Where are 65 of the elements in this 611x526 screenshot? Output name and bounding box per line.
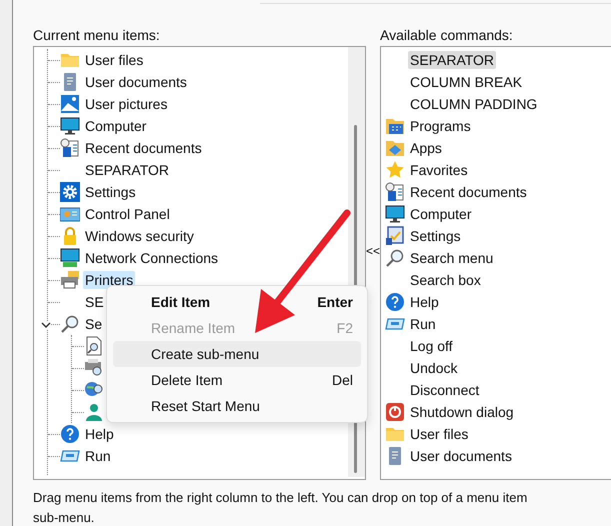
tree-item[interactable]: Recent documents (83, 139, 204, 157)
tree-item[interactable]: User pictures (83, 95, 170, 113)
tree-item[interactable]: Se (83, 315, 104, 333)
menu-item[interactable]: Edit Item Enter (113, 289, 361, 315)
picture-icon (60, 94, 80, 114)
tree-item[interactable]: Run (83, 447, 113, 465)
command-item[interactable]: Favorites (408, 161, 470, 179)
expand-icon[interactable] (41, 321, 51, 329)
command-item[interactable]: Programs (408, 117, 473, 135)
command-list[interactable]: SEPARATOR COLUMN BREAK COLUMN PADDING Programs Apps Favorites Recent documents Computer Settings Search menu Search box Help Run Log off Undock Disconnect Shutdown dialog User files User documents (380, 46, 611, 480)
menu-tree[interactable] (33, 46, 366, 480)
tree-item[interactable]: Windows security (83, 227, 196, 245)
document-search-icon (84, 336, 104, 356)
search-icon (60, 314, 80, 334)
command-item[interactable]: Undock (408, 359, 460, 377)
command-item[interactable]: Recent documents (408, 183, 529, 201)
programs-folder-icon (385, 116, 406, 136)
apps-folder-icon (385, 138, 406, 158)
tree-item[interactable]: SEPARATOR (83, 161, 172, 179)
list-label: Current menu items: (33, 26, 161, 45)
printer-search-icon (84, 358, 104, 378)
network-icon (60, 248, 80, 268)
command-item[interactable]: User documents (408, 447, 514, 465)
settings-icon (385, 226, 406, 246)
command-item[interactable]: Computer (408, 205, 474, 223)
menu-item[interactable]: Delete Item Del (113, 367, 361, 393)
hint-text: Drag menu items from the right column to the left. You can drop on top of a menu item sub-menu. (33, 489, 528, 526)
person-icon (84, 402, 104, 422)
command-item[interactable]: Help (408, 293, 441, 311)
command-item[interactable]: Shutdown dialog (408, 403, 516, 421)
monitor-icon (60, 116, 80, 136)
monitor-icon (385, 204, 406, 224)
help-icon (60, 424, 80, 444)
power-icon (385, 402, 406, 422)
command-item[interactable]: SEPARATOR (408, 51, 496, 69)
command-item[interactable]: Search menu (408, 249, 496, 267)
command-item[interactable]: Search box (408, 271, 483, 289)
tree-item[interactable]: Computer (83, 117, 148, 135)
recent-document-icon (60, 138, 80, 158)
tree-item[interactable]: Help (83, 425, 116, 443)
tree-item[interactable]: SE (83, 293, 106, 311)
tree-item[interactable]: Printers (83, 271, 136, 289)
command-item[interactable]: Log off (408, 337, 455, 355)
help-icon (385, 292, 406, 312)
menu-item[interactable]: Reset Start Menu (113, 393, 361, 419)
star-icon (385, 160, 406, 180)
command-item[interactable]: COLUMN BREAK (408, 73, 524, 91)
tree-item[interactable]: User documents (83, 73, 189, 91)
search-icon (385, 248, 406, 268)
command-item[interactable]: COLUMN PADDING (408, 95, 540, 113)
command-item[interactable]: Disconnect (408, 381, 482, 399)
command-item[interactable]: User files (408, 425, 470, 443)
add-button[interactable]: << (366, 242, 380, 260)
command-item[interactable]: Settings (408, 227, 463, 245)
gear-icon (60, 182, 80, 202)
command-item[interactable]: Apps (408, 139, 444, 157)
menu-item[interactable]: Create sub-menu (113, 341, 361, 367)
list-label: Available commands: (380, 26, 514, 45)
recent-document-icon (385, 182, 406, 202)
tree-item[interactable]: Network Connections (83, 249, 220, 267)
command-item[interactable]: Run (408, 315, 438, 333)
tree-item[interactable]: Control Panel (83, 205, 172, 223)
printer-icon (60, 270, 80, 290)
tree-item[interactable]: Settings (83, 183, 138, 201)
tree-item[interactable]: User files (83, 51, 146, 69)
